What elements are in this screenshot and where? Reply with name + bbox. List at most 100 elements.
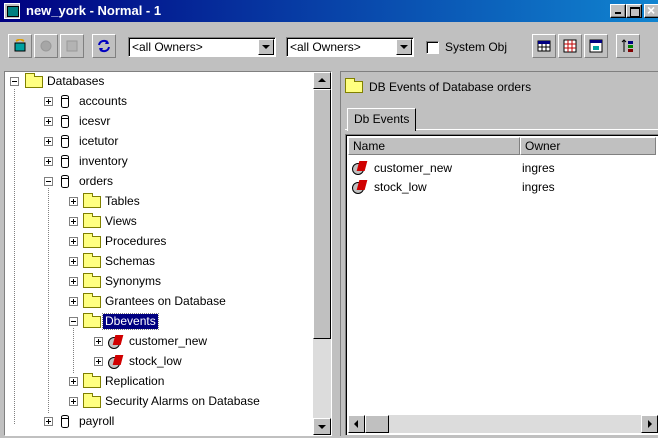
sort-button[interactable]: [616, 34, 640, 58]
scroll-down-icon[interactable]: [313, 418, 331, 435]
expand-icon[interactable]: [69, 217, 78, 226]
folder-open-icon: [83, 313, 101, 328]
tree-line: [14, 89, 15, 424]
list-row[interactable]: stock_low ingres: [350, 178, 650, 196]
close-button[interactable]: [644, 2, 658, 18]
expand-icon[interactable]: [44, 417, 53, 426]
system-obj-checkbox[interactable]: [426, 41, 439, 54]
expand-icon[interactable]: [94, 337, 103, 346]
folder-icon: [83, 213, 101, 228]
folder-icon: [83, 393, 101, 408]
tree-node-label-selected: Dbevents: [102, 313, 159, 330]
tree-node-label: inventory: [79, 154, 128, 168]
tree-node-label: Procedures: [105, 234, 167, 248]
system-obj-label: System Obj: [445, 40, 508, 54]
collapse-icon[interactable]: [44, 177, 53, 186]
scroll-thumb[interactable]: [313, 89, 331, 339]
app-icon[interactable]: [4, 3, 20, 19]
scroll-thumb[interactable]: [365, 415, 389, 433]
database-icon: [57, 114, 75, 128]
owners-filter-select-1[interactable]: <all Owners>: [128, 37, 276, 57]
expand-icon[interactable]: [94, 357, 103, 366]
database-icon: [57, 154, 75, 168]
view-window-button[interactable]: [584, 34, 608, 58]
dbevent-icon: [107, 334, 125, 349]
connect-icon: [14, 39, 26, 52]
scroll-up-icon[interactable]: [313, 72, 331, 89]
title-bar: new_york - Normal - 1: [0, 0, 658, 22]
refresh-icon: [98, 39, 110, 53]
tree-node-label: Schemas: [105, 254, 156, 268]
expand-icon[interactable]: [69, 237, 78, 246]
column-header-owner[interactable]: Owner: [520, 137, 656, 155]
expand-icon[interactable]: [69, 197, 78, 206]
tree-node-label: Replication: [105, 374, 165, 388]
dbevent-icon: [107, 354, 125, 369]
detail-header-title: DB Events of Database orders: [369, 80, 532, 94]
folder-icon: [83, 293, 101, 308]
toolbar: <all Owners> <all Owners> System Obj: [0, 30, 658, 62]
expand-icon[interactable]: [69, 257, 78, 266]
view-tables-button[interactable]: [532, 34, 556, 58]
owners-filter-select-2[interactable]: <all Owners>: [286, 37, 414, 57]
tree-node-label: Tables: [105, 194, 140, 208]
expand-icon[interactable]: [44, 137, 53, 146]
expand-icon[interactable]: [44, 97, 53, 106]
tree-node-label: icesvr: [79, 114, 111, 128]
disconnect-button[interactable]: [34, 34, 58, 58]
db-events-list: Name Owner customer_new ingres stock_low…: [345, 134, 658, 435]
table-icon: [537, 40, 551, 52]
tree-pane: Databases accounts icesvr icetutor inven…: [4, 71, 332, 436]
scroll-right-icon[interactable]: [641, 415, 658, 433]
tree-node-label: orders: [79, 174, 114, 188]
cell-owner: ingres: [522, 180, 555, 194]
disconnect-icon: [40, 40, 52, 52]
expand-icon[interactable]: [69, 277, 78, 286]
connect-button[interactable]: [8, 34, 32, 58]
maximize-button[interactable]: [626, 4, 642, 18]
view-details-button[interactable]: [558, 34, 582, 58]
owners-filter-value-1: <all Owners>: [132, 40, 203, 54]
list-row[interactable]: customer_new ingres: [350, 159, 650, 177]
folder-icon: [83, 193, 101, 208]
folder-icon: [83, 253, 101, 268]
scroll-left-icon[interactable]: [348, 415, 365, 433]
owners-filter-value-2: <all Owners>: [290, 40, 361, 54]
cell-name: stock_low: [374, 180, 427, 194]
expand-icon[interactable]: [69, 297, 78, 306]
cell-name: customer_new: [374, 161, 453, 175]
database-icon: [57, 94, 75, 108]
collapse-icon[interactable]: [10, 77, 19, 86]
database-tree: Databases accounts icesvr icetutor inven…: [5, 72, 311, 435]
dbevent-icon: [352, 180, 366, 194]
folder-icon: [345, 78, 363, 93]
chevron-down-icon[interactable]: [258, 39, 274, 55]
tree-vertical-scrollbar[interactable]: [313, 72, 331, 435]
window-title: new_york - Normal - 1: [26, 3, 162, 18]
expand-icon[interactable]: [44, 157, 53, 166]
properties-icon: [66, 40, 78, 52]
tree-node-label: icetutor: [79, 134, 119, 148]
grid-icon: [563, 39, 577, 53]
detail-pane: DB Events of Database orders Db Events N…: [340, 71, 658, 436]
properties-button[interactable]: [60, 34, 84, 58]
expand-icon[interactable]: [69, 377, 78, 386]
cell-owner: ingres: [522, 161, 555, 175]
minimize-button[interactable]: [610, 4, 626, 18]
refresh-button[interactable]: [92, 34, 116, 58]
tree-node-label: Views: [105, 214, 137, 228]
dbevent-icon: [352, 161, 366, 175]
tree-line: [48, 188, 49, 413]
expand-icon[interactable]: [44, 117, 53, 126]
expand-icon[interactable]: [69, 397, 78, 406]
tree-node-label: accounts: [79, 94, 128, 108]
collapse-icon[interactable]: [69, 317, 78, 326]
chevron-down-icon[interactable]: [396, 39, 412, 55]
folder-icon: [83, 233, 101, 248]
tree-node-label: payroll: [79, 414, 115, 428]
tree-node-label: customer_new: [129, 334, 208, 348]
tab-bar: Db Events: [345, 108, 658, 131]
list-horizontal-scrollbar[interactable]: [348, 415, 658, 433]
column-header-name[interactable]: Name: [348, 137, 520, 155]
tab-db-events[interactable]: Db Events: [347, 108, 417, 131]
